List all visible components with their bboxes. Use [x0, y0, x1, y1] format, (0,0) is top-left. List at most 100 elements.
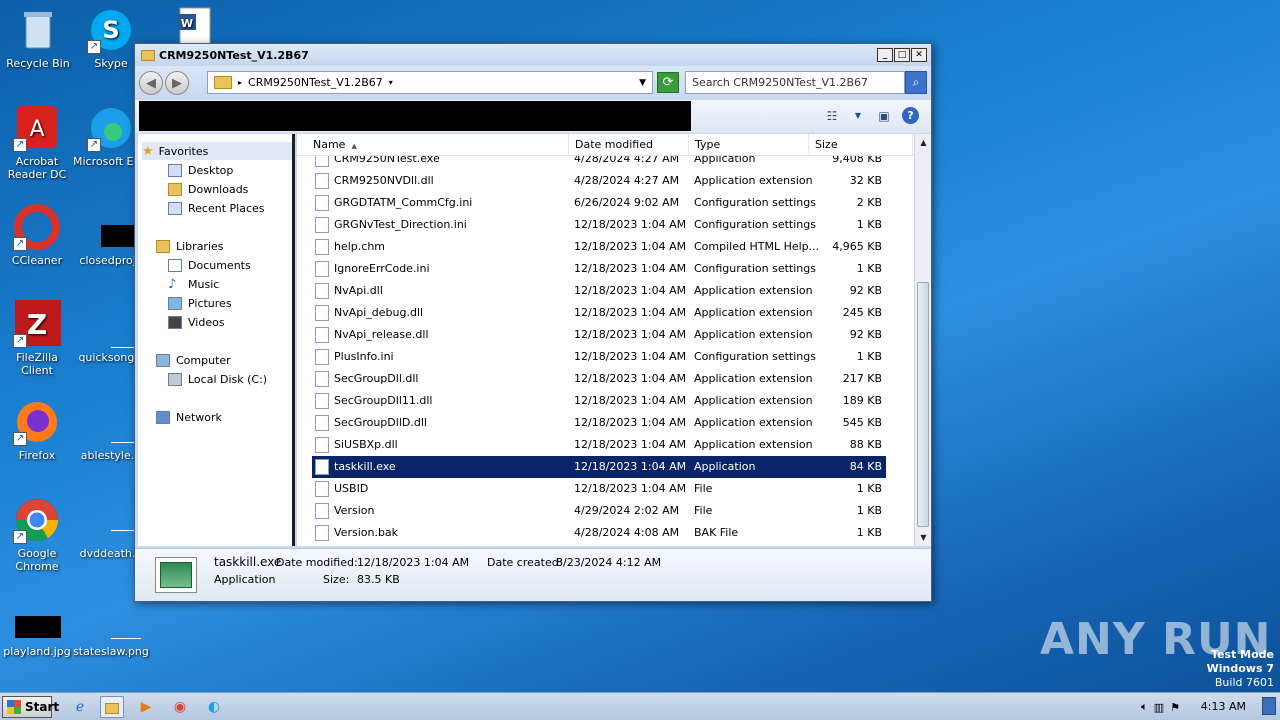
desktop-icon-chrome[interactable]: ↗ Google Chrome [0, 496, 75, 573]
breadcrumb-chevron-icon: ▸ [238, 78, 243, 87]
view-dropdown-icon[interactable]: ▼ [850, 108, 866, 124]
volume-icon[interactable]: 🔈︎ [1141, 700, 1148, 714]
back-button[interactable]: ◀ [139, 71, 163, 95]
scroll-up-icon[interactable]: ▲ [916, 135, 931, 150]
window-title: CRM9250NTest_V1.2B67 [159, 48, 309, 62]
desktop-icon-playland[interactable]: playland.jpg [0, 594, 75, 658]
column-header-date[interactable]: Date modified [569, 134, 689, 156]
desktop-icon-acrobat[interactable]: A ↗ Acrobat Reader DC [0, 104, 75, 181]
desktop-icon-label: Microsoft Edge [73, 155, 133, 168]
start-button[interactable]: Start [2, 696, 59, 718]
scrollbar-thumb[interactable] [917, 282, 929, 527]
file-size: 2 KB [856, 196, 882, 209]
file-name: SecGroupDllD.dll [334, 416, 427, 429]
desktop-icon-recycle-bin[interactable]: Recycle Bin [0, 6, 76, 70]
network-tray-icon[interactable]: ▥ [1154, 701, 1164, 714]
minimize-button[interactable]: _ [877, 48, 893, 62]
file-row[interactable]: CRM9250NVDll.dll 4/28/2024 4:27 AM Applica… [312, 170, 886, 192]
search-input[interactable]: Search CRM9250NTest_V1.2B67 [685, 71, 905, 94]
breadcrumb[interactable]: CRM9250NTest_V1.2B67 [248, 76, 383, 89]
nav-computer[interactable]: Computer [156, 351, 231, 369]
show-desktop-button[interactable] [1262, 697, 1276, 715]
file-row[interactable]: CRM9250NTest.exe 4/28/2024 4:27 AM Applica… [312, 156, 886, 170]
skype-icon: S ↗ [87, 6, 135, 54]
nav-desktop[interactable]: Desktop [168, 161, 233, 179]
column-header-type[interactable]: Type [689, 134, 809, 156]
nav-downloads[interactable]: Downloads [168, 180, 248, 198]
forward-button[interactable]: ▶ [165, 71, 189, 95]
scroll-down-icon[interactable]: ▼ [916, 530, 931, 545]
change-view-icon[interactable]: ☷ [824, 108, 840, 124]
file-date: 12/18/2023 1:04 AM [574, 394, 687, 407]
close-button[interactable]: ✕ [911, 48, 927, 62]
clock[interactable]: 4:13 AM [1201, 700, 1246, 713]
refresh-button[interactable]: ⟳ [657, 72, 679, 93]
file-row[interactable]: GRGNvTest_Direction.ini 12/18/2023 1:04 A… [312, 214, 886, 236]
file-name: NvApi.dll [334, 284, 383, 297]
taskbar-media-player-icon[interactable]: ▶ [134, 696, 158, 718]
file-row[interactable]: NvApi_release.dll 12/18/2023 1:04 AM Appli… [312, 324, 886, 346]
file-row[interactable]: NvApi_debug.dll 12/18/2023 1:04 AM Applica… [312, 302, 886, 324]
breadcrumb-dropdown-icon[interactable]: ▾ [389, 78, 393, 87]
column-header-name[interactable]: Name ▲ [307, 134, 569, 156]
file-row[interactable]: SecGroupDllD.dll 12/18/2023 1:04 AM Applic… [312, 412, 886, 434]
search-icon[interactable]: ⌕ [905, 71, 927, 94]
explorer-window[interactable]: CRM9250NTest_V1.2B67 _ □ ✕ ◀ ▶ ▸ CRM9250… [134, 43, 932, 602]
file-date: 12/18/2023 1:04 AM [574, 460, 687, 473]
nav-pictures[interactable]: Pictures [168, 294, 232, 312]
taskbar-ie-icon[interactable]: ℯ [68, 696, 92, 718]
ccleaner-icon: ↗ [13, 203, 61, 251]
nav-network[interactable]: Network [156, 408, 222, 426]
desktop-icon-filezilla[interactable]: Z ↗ FileZilla Client [0, 300, 75, 377]
file-row[interactable]: SiUSBXp.dll 12/18/2023 1:04 AM Application… [312, 434, 886, 456]
file-size: 1 KB [856, 218, 882, 231]
nav-libraries[interactable]: Libraries [156, 237, 224, 255]
nav-music[interactable]: ♪ Music [168, 275, 219, 293]
file-row[interactable]: SecGroupDll.dll 12/18/2023 1:04 AM Applica… [312, 368, 886, 390]
file-row[interactable]: Version.bak 4/28/2024 4:08 AM BAK File 1 KB [312, 522, 886, 544]
file-row[interactable]: Version 4/29/2024 2:02 AM File 1 KB [312, 500, 886, 522]
taskbar-explorer-icon[interactable] [100, 696, 124, 718]
file-name: SiUSBXp.dll [334, 438, 398, 451]
title-bar[interactable]: CRM9250NTest_V1.2B67 [135, 44, 931, 66]
column-header-size[interactable]: Size [809, 134, 913, 156]
desktop-icon-firefox[interactable]: ↗ Firefox [0, 398, 75, 462]
file-type-icon [315, 283, 329, 299]
details-created-value: 8/23/2024 4:12 AM [556, 556, 662, 569]
address-history-dropdown-icon[interactable]: ▼ [639, 78, 646, 88]
test-mode-line: Test Mode [1211, 648, 1274, 661]
file-row[interactable]: GRGDTATM_CommCfg.ini 6/26/2024 9:02 AM Con… [312, 192, 886, 214]
file-icon [87, 496, 141, 544]
nav-documents[interactable]: Documents [168, 256, 251, 274]
address-bar[interactable]: ▸ CRM9250NTest_V1.2B67 ▾ ▼ [207, 71, 653, 94]
taskbar-edge-icon[interactable]: ◐ [202, 696, 226, 718]
file-date: 4/29/2024 2:02 AM [574, 504, 680, 517]
file-date: 12/18/2023 1:04 AM [574, 328, 687, 341]
maximize-button[interactable]: □ [894, 48, 910, 62]
vertical-scrollbar[interactable]: ▲ ▼ [914, 134, 931, 546]
nav-recent-places[interactable]: Recent Places [168, 199, 265, 217]
taskbar-chrome-icon[interactable]: ◉ [168, 696, 192, 718]
file-row[interactable]: IgnoreErrCode.ini 12/18/2023 1:04 AM Confi… [312, 258, 886, 280]
file-size: 245 KB [842, 306, 882, 319]
file-row[interactable]: taskkill.exe 12/18/2023 1:04 AM Applicatio… [312, 456, 886, 478]
preview-pane-icon[interactable]: ▣ [876, 108, 892, 124]
action-center-flag-icon[interactable]: ⚑ [1170, 701, 1180, 714]
file-row[interactable]: NvApi.dll 12/18/2023 1:04 AM Application e… [312, 280, 886, 302]
nav-favorites[interactable]: ★ Favorites [142, 142, 292, 160]
shortcut-arrow-icon: ↗ [13, 138, 27, 152]
file-thumbnail-icon [155, 557, 197, 593]
help-icon[interactable]: ? [902, 107, 919, 124]
nav-local-disk[interactable]: Local Disk (C:) [168, 370, 267, 388]
details-pane: taskkill.exe Application Date modified: … [135, 548, 931, 601]
nav-videos[interactable]: Videos [168, 313, 225, 331]
desktop-icon-label: Google Chrome [15, 547, 59, 573]
file-row[interactable]: PlusInfo.ini 12/18/2023 1:04 AM Configurat… [312, 346, 886, 368]
file-list-pane[interactable]: Name ▲ Date modified Type Size CRM9250NTe… [297, 134, 929, 546]
file-row[interactable]: SecGroupDll11.dll 12/18/2023 1:04 AM Appli… [312, 390, 886, 412]
desktop-icon-stateslaw[interactable]: stateslaw.png [73, 594, 149, 658]
file-size: 84 KB [849, 460, 882, 473]
desktop-icon-ccleaner[interactable]: ↗ CCleaner [0, 203, 75, 267]
file-row[interactable]: USBID 12/18/2023 1:04 AM File 1 KB [312, 478, 886, 500]
file-row[interactable]: help.chm 12/18/2023 1:04 AM Compiled HTML … [312, 236, 886, 258]
